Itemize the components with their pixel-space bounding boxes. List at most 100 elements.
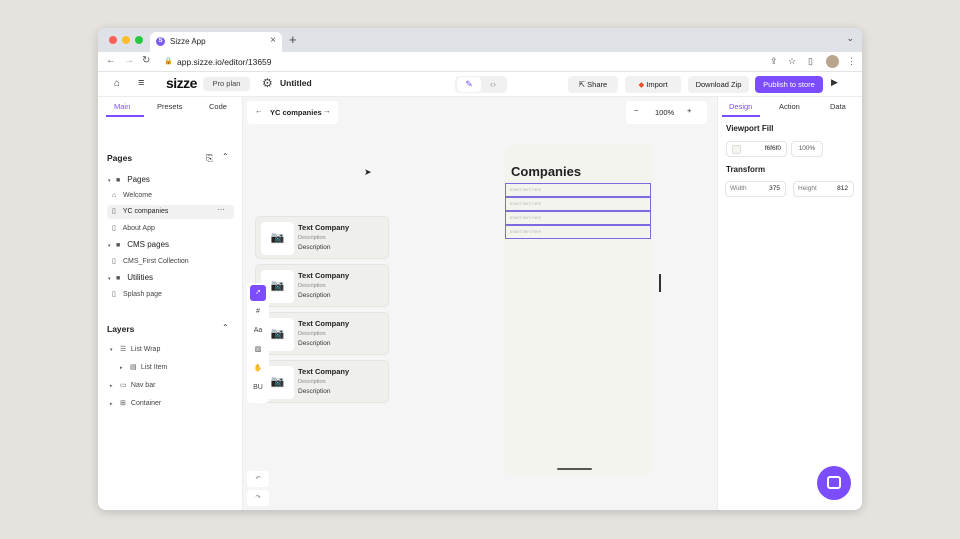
- list-row[interactable]: Insert item here: [505, 225, 651, 239]
- page-more-options-icon[interactable]: ···: [217, 205, 225, 214]
- tab-design[interactable]: Design: [729, 102, 752, 111]
- card-title: Text Company: [298, 223, 350, 232]
- browser-tab[interactable]: S Sizze App ×: [150, 32, 282, 52]
- page-file-icon: ▯: [112, 225, 116, 232]
- bookmark-star-icon[interactable]: ☆: [788, 56, 796, 67]
- minimize-window-button[interactable]: [122, 36, 130, 44]
- profile-avatar[interactable]: [826, 55, 839, 68]
- layer-list-wrap[interactable]: ▾ ☰ List Wrap: [110, 343, 160, 357]
- side-panel-icon[interactable]: ▯: [808, 56, 813, 67]
- camera-placeholder-icon: 📷: [261, 222, 294, 255]
- zoom-in-button[interactable]: +: [687, 106, 691, 115]
- share-button[interactable]: ⇱ Share: [568, 76, 618, 93]
- play-preview-icon[interactable]: ▶: [831, 77, 838, 88]
- tab-action[interactable]: Action: [779, 102, 800, 111]
- forward-arrow-icon[interactable]: →: [124, 55, 134, 66]
- tab-close-icon[interactable]: ×: [270, 35, 276, 46]
- fill-color-field[interactable]: f6f6f0: [726, 141, 787, 157]
- card-title: Text Company: [298, 271, 350, 280]
- card-description: Description: [298, 244, 331, 251]
- plan-badge[interactable]: Pro plan: [203, 77, 250, 91]
- active-tab-indicator: [106, 115, 144, 117]
- breadcrumb: ← YC companies →: [247, 101, 338, 124]
- project-title[interactable]: Untitled: [280, 78, 312, 88]
- company-card[interactable]: 📷 Text Company Description Description: [255, 312, 389, 355]
- reload-icon[interactable]: ↻: [142, 55, 150, 66]
- height-field[interactable]: Height 812: [793, 181, 854, 197]
- hand-tool-icon[interactable]: ✋: [250, 361, 266, 377]
- height-label: Height: [798, 185, 817, 192]
- list-layer-icon: ☰: [119, 346, 127, 353]
- redo-icon[interactable]: ↷: [247, 490, 269, 506]
- back-arrow-icon[interactable]: ←: [106, 55, 116, 66]
- page-folder-pages[interactable]: ▾ ■ Pages: [108, 173, 150, 187]
- select-cursor-icon[interactable]: ➚: [250, 285, 266, 301]
- mode-toggle: ✎ ‹›: [455, 76, 507, 93]
- maximize-window-button[interactable]: [135, 36, 143, 44]
- publish-to-store-button[interactable]: Publish to store: [755, 76, 823, 93]
- tab-list-chevron-icon[interactable]: ⌄: [846, 33, 854, 44]
- app-top-bar: ⌂ ≡ sizze Pro plan ⚙ Untitled ✎ ‹› ⇱ Sha…: [98, 72, 862, 97]
- browser-menu-icon[interactable]: ⋮: [847, 56, 856, 67]
- code-mode-icon[interactable]: ‹›: [481, 77, 505, 92]
- new-tab-button[interactable]: +: [289, 32, 297, 47]
- page-file-icon: ▯: [112, 208, 116, 215]
- download-zip-button[interactable]: Download Zip: [688, 76, 749, 93]
- add-page-icon[interactable]: ⎘: [206, 153, 213, 164]
- card-description-small: Description: [298, 283, 326, 289]
- list-item-layer-icon: ▤: [129, 364, 137, 371]
- layer-container[interactable]: ▸ ⊞ Container: [110, 397, 161, 411]
- share-page-icon[interactable]: ⇪: [770, 56, 778, 67]
- image-tool-icon[interactable]: ▨: [250, 342, 266, 358]
- company-card[interactable]: 📷 Text Company Description Description: [255, 264, 389, 307]
- fill-opacity-value: 100%: [798, 145, 816, 152]
- nav-bar-layer-icon: ▭: [119, 382, 127, 389]
- page-welcome[interactable]: ⌂ Welcome: [112, 189, 152, 203]
- support-chat-button[interactable]: [817, 466, 851, 500]
- page-folder-utilities[interactable]: ▾ ■ Utilities: [108, 271, 153, 285]
- layer-list-item[interactable]: ▸ ▤ List Item: [120, 361, 167, 375]
- tab-main[interactable]: Main: [114, 102, 130, 111]
- close-window-button[interactable]: [109, 36, 117, 44]
- width-value: 375: [769, 185, 780, 192]
- phone-artboard[interactable]: Companies Insert item here Insert item h…: [505, 145, 652, 475]
- company-card[interactable]: 📷 Text Company Description Description: [255, 360, 389, 403]
- editor-canvas[interactable]: ← YC companies → − 100% + 📷 Text Company…: [243, 97, 717, 510]
- gear-icon[interactable]: ⚙: [262, 76, 273, 90]
- page-cms-first-collection[interactable]: ▯ CMS_First Collection: [112, 255, 189, 269]
- frame-tool-icon[interactable]: #: [250, 304, 266, 320]
- list-row[interactable]: Insert item here: [505, 197, 651, 211]
- list-row[interactable]: Insert item here: [505, 211, 651, 225]
- card-description-small: Description: [298, 379, 326, 385]
- home-icon[interactable]: ⌂: [114, 78, 120, 89]
- sizze-logo: sizze: [166, 75, 197, 91]
- import-button[interactable]: ◆ Import: [625, 76, 681, 93]
- url-field[interactable]: 🔒 app.sizze.io/editor/13659: [160, 55, 760, 69]
- list-row[interactable]: Insert item here: [505, 183, 651, 197]
- text-tool-icon[interactable]: Aa: [250, 323, 266, 339]
- page-folder-cms-pages[interactable]: ▾ ■ CMS pages: [108, 238, 169, 252]
- page-about-app[interactable]: ▯ About App: [112, 222, 155, 236]
- hamburger-menu-icon[interactable]: ≡: [138, 77, 144, 89]
- tab-data[interactable]: Data: [830, 102, 846, 111]
- prev-page-arrow-icon[interactable]: ←: [255, 106, 263, 115]
- tab-code[interactable]: Code: [209, 102, 227, 111]
- share-icon: ⇱: [578, 80, 588, 89]
- collapse-layers-chevron-icon[interactable]: ⌃: [222, 323, 229, 332]
- page-yc-companies[interactable]: ▯ YC companies: [112, 205, 168, 219]
- page-splash-page[interactable]: ▯ Splash page: [112, 288, 162, 302]
- next-page-arrow-icon[interactable]: →: [323, 106, 331, 115]
- canvas-scrollbar[interactable]: [659, 274, 661, 292]
- fill-opacity-field[interactable]: 100%: [791, 141, 823, 157]
- design-mode-pen-icon[interactable]: ✎: [457, 77, 481, 92]
- color-swatch[interactable]: [732, 145, 741, 154]
- collapse-pages-chevron-icon[interactable]: ⌃: [222, 152, 229, 161]
- layer-nav-bar[interactable]: ▸ ▭ Nav bar: [110, 379, 155, 393]
- tab-presets[interactable]: Presets: [157, 102, 182, 111]
- width-field[interactable]: Width 375: [725, 181, 786, 197]
- zoom-out-button[interactable]: −: [634, 106, 638, 115]
- undo-icon[interactable]: ↶: [247, 471, 269, 487]
- button-tool-icon[interactable]: BU: [250, 380, 266, 396]
- company-card[interactable]: 📷 Text Company Description Description: [255, 216, 389, 259]
- import-label: Import: [646, 80, 668, 89]
